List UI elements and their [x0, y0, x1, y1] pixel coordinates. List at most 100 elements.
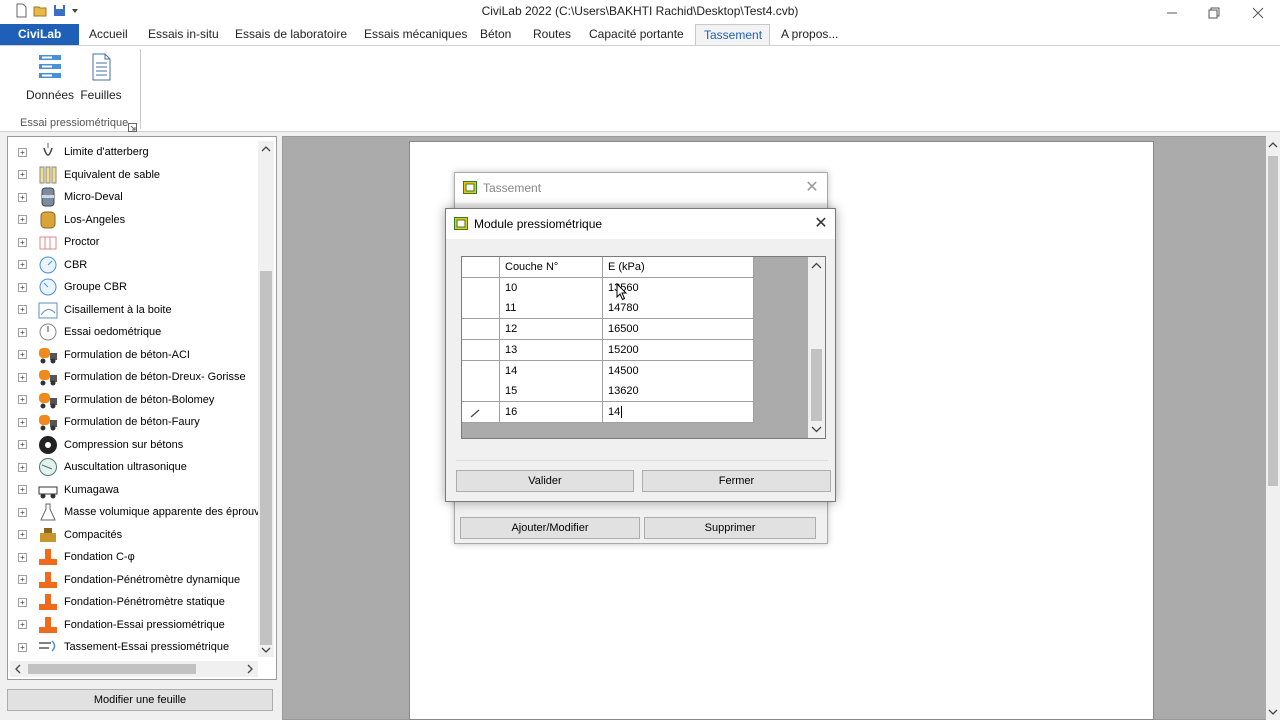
tab-essais-in-situ[interactable]: Essais in-situ: [140, 24, 227, 45]
cell-couche[interactable]: 11: [500, 298, 603, 320]
tree-item[interactable]: + Cisaillement à la boite: [8, 299, 258, 321]
cell-e-kpa[interactable]: 15200: [603, 339, 754, 361]
tab-essais-laboratoire[interactable]: Essais de laboratoire: [227, 24, 355, 45]
tree-item[interactable]: + Essai oedométrique: [8, 321, 258, 343]
tree-item[interactable]: + Formulation de béton-ACI: [8, 344, 258, 366]
module-close-icon[interactable]: ✕: [810, 213, 832, 235]
cell-e-kpa[interactable]: 16500: [603, 319, 754, 341]
cell-e-kpa[interactable]: 13620: [603, 381, 754, 403]
cell-e-kpa[interactable]: 14: [603, 401, 754, 423]
tree-item[interactable]: + Compacités: [8, 524, 258, 546]
valider-button[interactable]: Valider: [456, 470, 634, 492]
fermer-button[interactable]: Fermer: [642, 470, 831, 492]
tree-item[interactable]: + Kumagawa: [8, 479, 258, 501]
expand-icon[interactable]: +: [18, 147, 27, 157]
cell-e-kpa[interactable]: 14500: [603, 360, 754, 382]
grid-row[interactable]: 15 13620: [462, 381, 754, 403]
cell-couche[interactable]: 12: [500, 319, 603, 341]
modifier-feuille-button[interactable]: Modifier une feuille: [7, 689, 273, 711]
column-header-e-kpa[interactable]: E (kPa): [603, 257, 754, 278]
tree-item[interactable]: + Compression sur bétons: [8, 434, 258, 456]
tree-horizontal-scrollbar[interactable]: [10, 661, 258, 677]
tree-item[interactable]: + Fondation-Essai pressiométrique: [8, 614, 258, 636]
tree-item[interactable]: + Fondation C-φ: [8, 546, 258, 568]
tree-item[interactable]: + Fondation-Pénétromètre statique: [8, 591, 258, 613]
expand-icon[interactable]: +: [18, 507, 27, 517]
minimize-icon[interactable]: [1150, 0, 1194, 26]
expand-icon[interactable]: +: [18, 417, 27, 427]
grid-vertical-scrollbar[interactable]: [808, 257, 825, 438]
donnees-button[interactable]: Données: [26, 52, 74, 102]
expand-icon[interactable]: +: [18, 170, 27, 179]
tab-accueil[interactable]: Accueil: [81, 24, 136, 45]
grid-row[interactable]: 12 16500: [462, 319, 754, 341]
expand-icon[interactable]: +: [18, 372, 27, 382]
tree-item[interactable]: + Formulation de béton-Faury: [8, 411, 258, 433]
cell-couche[interactable]: 13: [500, 339, 603, 361]
tree-item[interactable]: + Tassement-Essai pressiométrique: [8, 636, 258, 657]
expand-icon[interactable]: +: [18, 485, 27, 494]
cell-couche[interactable]: 15: [500, 381, 603, 403]
expand-icon[interactable]: +: [18, 462, 27, 472]
expand-icon[interactable]: +: [18, 552, 27, 562]
expand-icon[interactable]: +: [18, 327, 27, 337]
cell-couche[interactable]: 14: [500, 360, 603, 382]
ajouter-modifier-button[interactable]: Ajouter/Modifier: [460, 517, 640, 539]
tree-vertical-scrollbar[interactable]: [258, 141, 274, 657]
tab-tassement[interactable]: Tassement: [695, 24, 770, 46]
tree-item[interactable]: + Groupe CBR: [8, 276, 258, 298]
expand-icon[interactable]: +: [18, 282, 27, 292]
cell-couche[interactable]: 10: [500, 277, 603, 299]
expand-icon[interactable]: +: [18, 597, 27, 607]
row-header[interactable]: [462, 360, 500, 382]
expand-icon[interactable]: +: [18, 395, 27, 404]
row-header[interactable]: [462, 277, 500, 299]
tree-item[interactable]: + Micro-Deval: [8, 186, 258, 208]
expand-icon[interactable]: +: [18, 215, 27, 224]
tree-item[interactable]: + Los-Angeles: [8, 209, 258, 231]
expand-icon[interactable]: +: [18, 350, 27, 359]
grid-row[interactable]: 16 14: [462, 401, 754, 423]
tab-capacite-portante[interactable]: Capacité portante: [581, 24, 692, 45]
grid-row[interactable]: 11 14780: [462, 298, 754, 320]
row-header[interactable]: [462, 298, 500, 320]
expand-icon[interactable]: +: [18, 440, 27, 449]
expand-icon[interactable]: +: [18, 260, 27, 269]
row-header[interactable]: [462, 381, 500, 403]
expand-icon[interactable]: +: [18, 237, 27, 247]
tree-item[interactable]: + Proctor: [8, 231, 258, 253]
tree-item[interactable]: + CBR: [8, 254, 258, 276]
tab-routes[interactable]: Routes: [525, 24, 579, 45]
row-header[interactable]: [462, 339, 500, 361]
grid-row[interactable]: 14 14500: [462, 360, 754, 382]
dialog-launcher-icon[interactable]: [128, 121, 137, 135]
row-header[interactable]: [462, 401, 500, 423]
close-window-icon[interactable]: [1236, 0, 1280, 26]
expand-icon[interactable]: +: [18, 575, 27, 584]
tab-beton[interactable]: Béton: [472, 24, 519, 45]
cell-e-kpa[interactable]: 14780: [603, 298, 754, 320]
grid-row[interactable]: 10 13560: [462, 277, 754, 299]
expand-icon[interactable]: +: [18, 642, 27, 652]
tree-item[interactable]: + Fondation-Pénétromètre dynamique: [8, 569, 258, 591]
tree-item[interactable]: + Formulation de béton-Bolomey: [8, 389, 258, 411]
grid-row[interactable]: 13 15200: [462, 339, 754, 361]
cell-couche[interactable]: 16: [500, 401, 603, 423]
tree-item[interactable]: + Limite d'atterberg: [8, 141, 258, 163]
tab-essais-mecaniques[interactable]: Essais mécaniques: [356, 24, 475, 45]
expand-icon[interactable]: +: [18, 305, 27, 314]
restore-icon[interactable]: [1192, 0, 1236, 26]
supprimer-button[interactable]: Supprimer: [644, 517, 816, 539]
feuilles-button[interactable]: Feuilles: [78, 52, 124, 102]
expand-icon[interactable]: +: [18, 192, 27, 202]
tree-item[interactable]: + Auscultation ultrasonique: [8, 456, 258, 478]
column-header-couche[interactable]: Couche N°: [500, 257, 603, 278]
tab-civilab[interactable]: CiviLab: [0, 24, 80, 45]
tassement-close-icon[interactable]: ✕: [801, 177, 823, 199]
tab-a-propos[interactable]: A propos...: [773, 24, 846, 45]
tree-item[interactable]: + Masse volumique apparente des éprouvett…: [8, 501, 258, 523]
document-vertical-scrollbar[interactable]: [1266, 136, 1280, 720]
tree-item[interactable]: + Equivalent de sable: [8, 164, 258, 186]
tree-item[interactable]: + Formulation de béton-Dreux- Gorisse: [8, 366, 258, 388]
row-header[interactable]: [462, 319, 500, 341]
